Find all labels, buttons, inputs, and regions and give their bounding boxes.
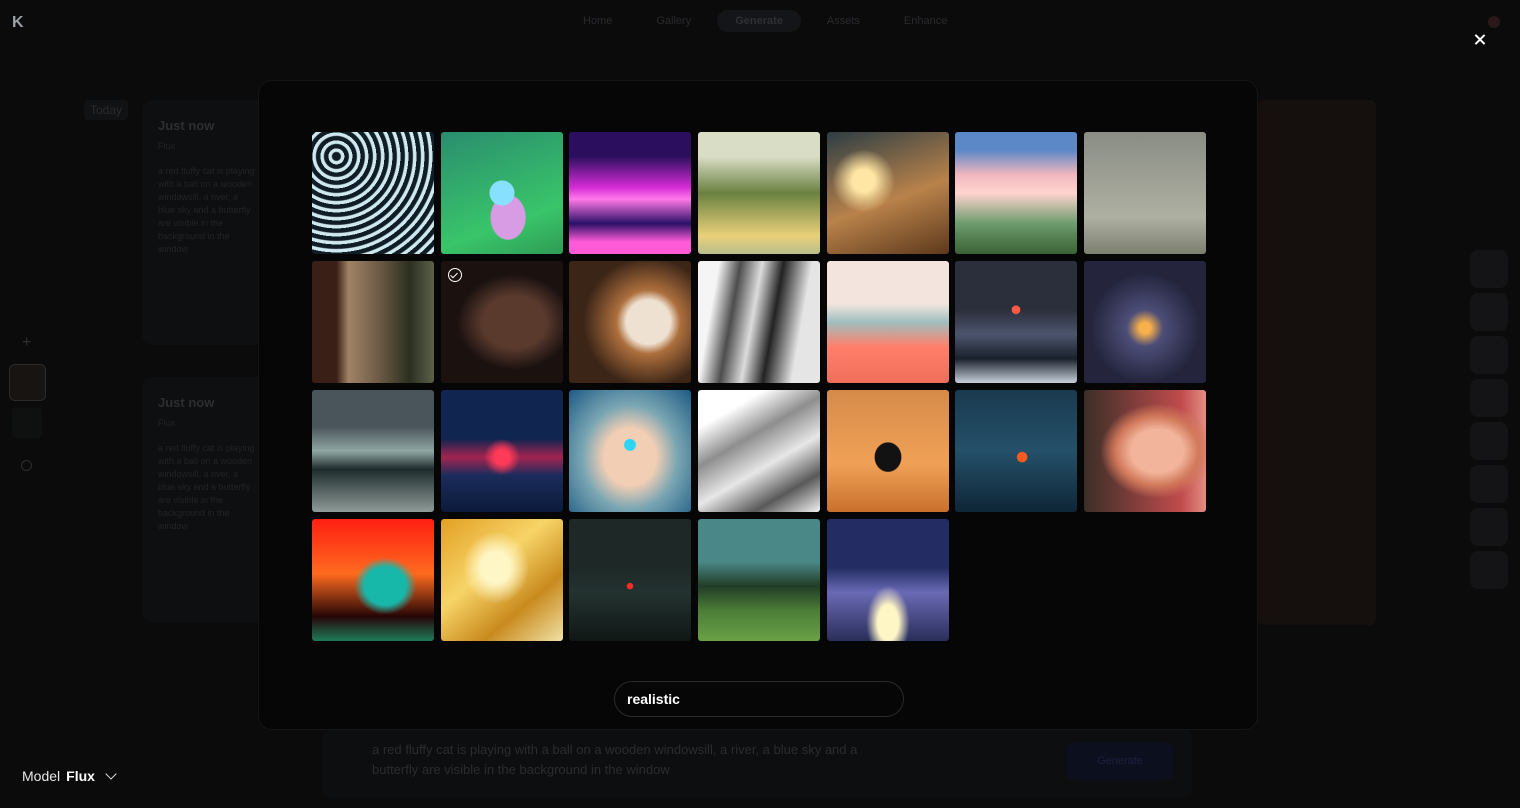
style-tile[interactable] — [312, 132, 434, 254]
style-thumbnail[interactable] — [1470, 422, 1508, 460]
plus-icon[interactable]: + — [22, 334, 31, 352]
app-logo[interactable]: K — [12, 14, 26, 32]
model-value: Flux — [66, 768, 95, 784]
chevron-down-icon — [105, 768, 117, 780]
model-selector[interactable]: Model Flux — [22, 768, 117, 784]
style-tile[interactable] — [826, 261, 949, 383]
history-card-prompt: a red fluffy cat is playing with a ball … — [158, 443, 255, 531]
close-icon[interactable] — [1471, 31, 1489, 49]
section-label-today: Today — [84, 100, 129, 120]
history-card-time: Just now — [158, 118, 215, 133]
style-tile[interactable] — [440, 132, 563, 254]
style-tile[interactable] — [698, 519, 821, 641]
style-thumbnail[interactable] — [1470, 336, 1508, 374]
style-tile[interactable] — [826, 132, 949, 254]
style-tile[interactable] — [826, 390, 949, 512]
style-tile[interactable] — [1084, 390, 1207, 512]
check-circle-icon — [447, 268, 462, 282]
user-avatar[interactable] — [1488, 16, 1500, 28]
top-navigation: Home Gallery Generate Assets Enhance — [565, 10, 965, 32]
style-tile[interactable] — [569, 132, 692, 254]
history-card[interactable]: Just now Flux a red fluffy cat is playin… — [142, 377, 272, 622]
copy-icon[interactable] — [1470, 293, 1508, 331]
style-tile[interactable] — [955, 132, 1078, 254]
style-search — [614, 681, 904, 717]
style-search-input[interactable] — [615, 682, 903, 716]
style-tile[interactable] — [569, 261, 692, 383]
style-picker-modal — [258, 80, 1258, 730]
prompt-bar: a red fluffy cat is playing with a ball … — [322, 728, 1192, 798]
style-tile[interactable] — [312, 261, 434, 383]
nav-assets[interactable]: Assets — [809, 10, 878, 32]
style-tile[interactable] — [312, 519, 434, 641]
style-thumbnail[interactable] — [1470, 379, 1508, 417]
history-card-time: Just now — [158, 395, 215, 410]
style-tile[interactable] — [569, 519, 692, 641]
model-label: Model — [22, 768, 61, 784]
style-tile[interactable] — [569, 390, 692, 512]
search-icon[interactable] — [21, 460, 32, 471]
style-tile[interactable] — [698, 261, 821, 383]
style-tile[interactable] — [826, 519, 949, 641]
style-tile[interactable] — [1084, 132, 1207, 254]
history-card-prompt: a red fluffy cat is playing with a ball … — [158, 166, 255, 254]
style-tile[interactable] — [955, 261, 1078, 383]
history-thumbnail[interactable] — [9, 364, 46, 401]
nav-home[interactable]: Home — [565, 10, 630, 32]
nav-gallery[interactable]: Gallery — [638, 10, 709, 32]
history-card[interactable]: Just now Flux a red fluffy cat is playin… — [142, 100, 272, 345]
style-thumbnail[interactable] — [1470, 508, 1508, 546]
style-tile[interactable] — [312, 390, 434, 512]
style-tile[interactable] — [1084, 261, 1207, 383]
nav-enhance[interactable]: Enhance — [886, 10, 965, 32]
right-rail — [1470, 250, 1510, 594]
style-thumbnail[interactable] — [1470, 465, 1508, 503]
style-tile[interactable] — [698, 132, 821, 254]
history-card-model: Flux — [158, 141, 176, 151]
search-icon[interactable] — [1470, 250, 1508, 288]
style-tile[interactable] — [440, 519, 563, 641]
style-tile[interactable] — [955, 390, 1078, 512]
style-tile[interactable] — [440, 390, 563, 512]
nav-generate[interactable]: Generate — [717, 10, 801, 32]
history-thumbnail[interactable] — [12, 408, 42, 438]
style-tile[interactable] — [698, 390, 821, 512]
generate-button[interactable]: Generate — [1066, 742, 1174, 780]
style-tile-selected[interactable] — [440, 261, 563, 383]
history-card-model: Flux — [158, 418, 176, 428]
result-preview — [1258, 100, 1376, 625]
style-thumbnail[interactable] — [1470, 551, 1508, 589]
style-grid — [312, 132, 1207, 641]
prompt-text[interactable]: a red fluffy cat is playing with a ball … — [372, 740, 872, 780]
